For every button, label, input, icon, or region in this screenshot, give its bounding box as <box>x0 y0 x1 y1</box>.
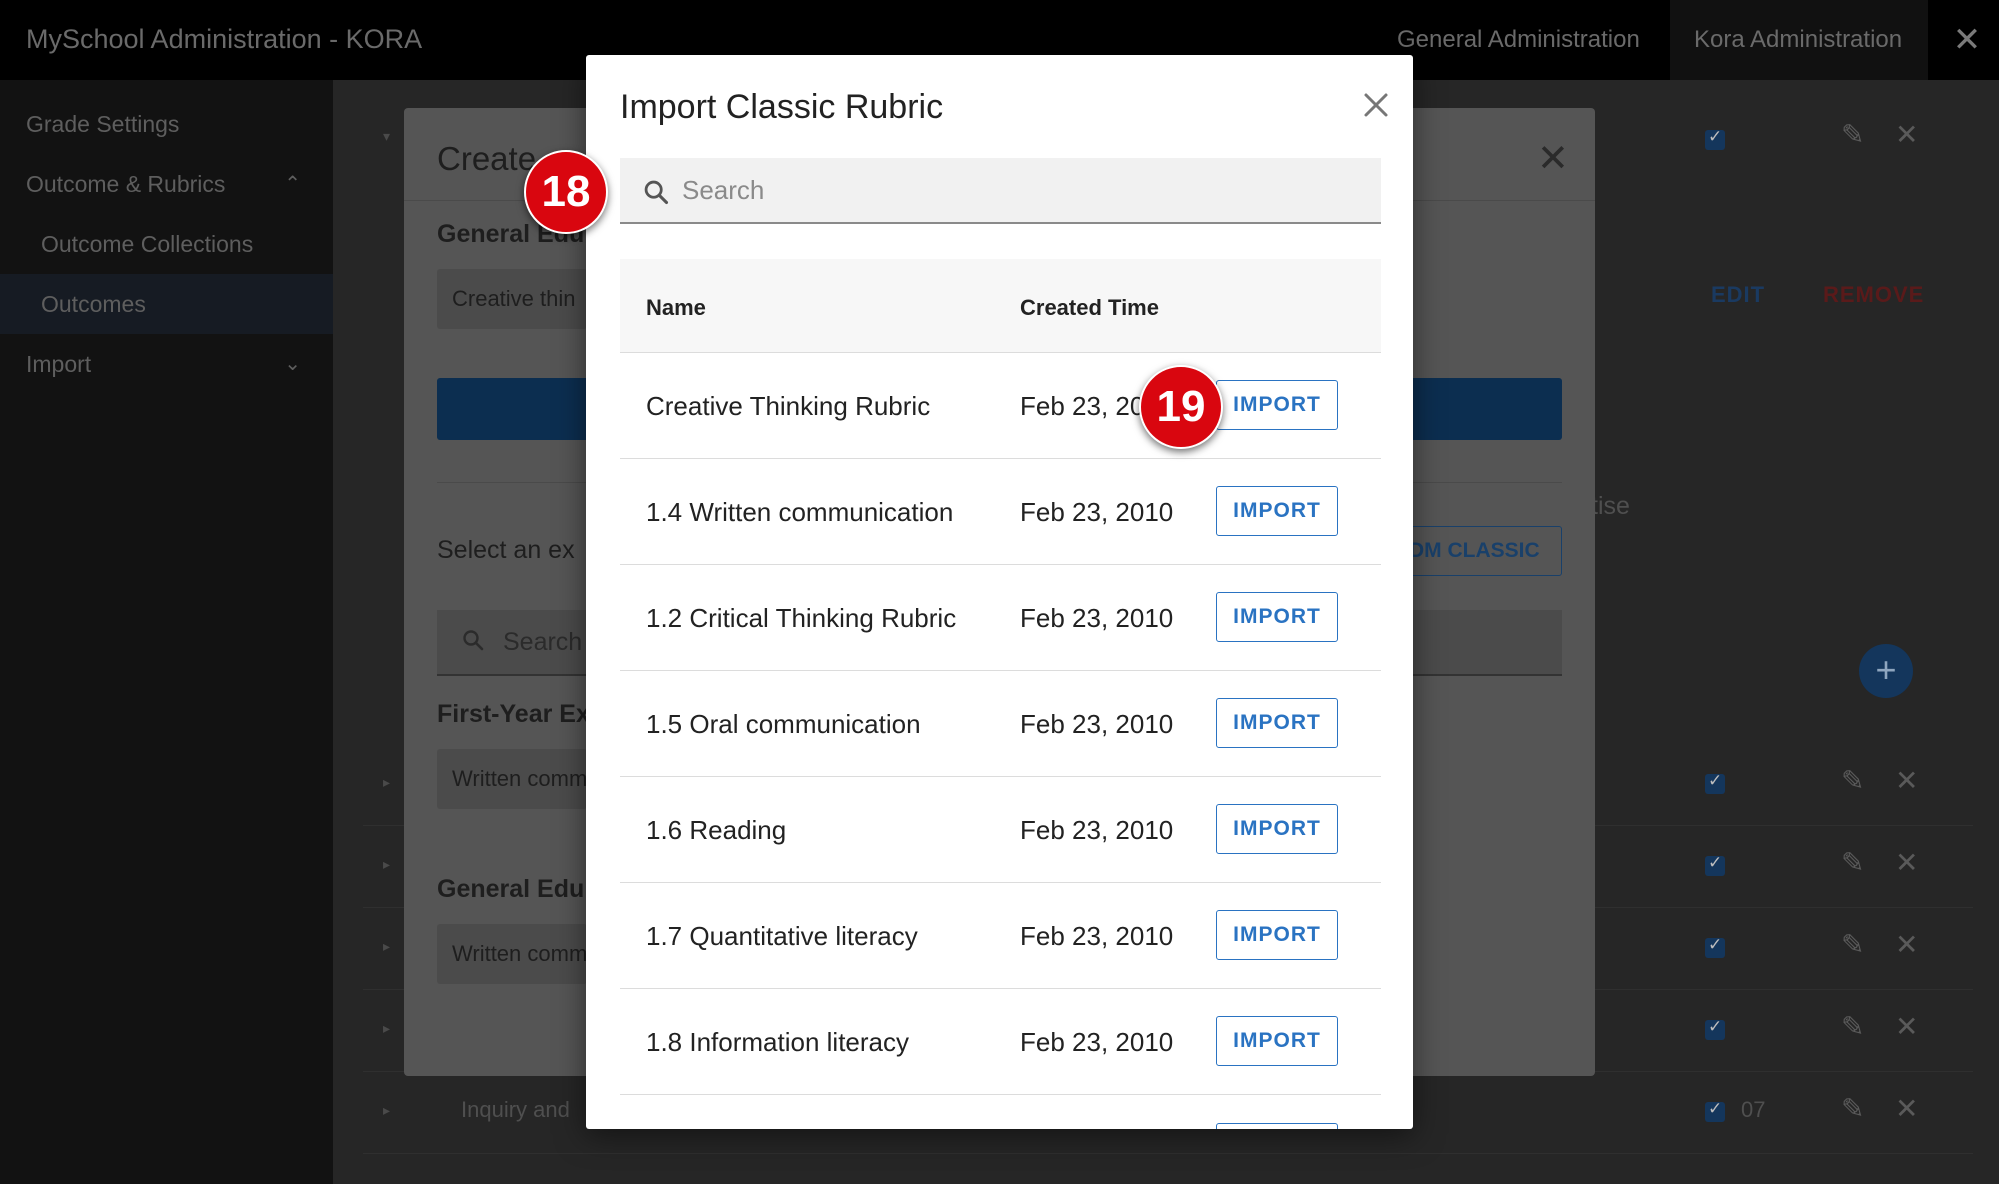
import-button[interactable]: IMPORT <box>1216 486 1338 536</box>
sidebar-item-outcome-rubrics[interactable]: Outcome & Rubrics ⌃ <box>0 154 333 214</box>
pencil-icon[interactable]: ✎ <box>1841 764 1864 797</box>
import-button[interactable]: IMPORT <box>1216 698 1338 748</box>
import-button[interactable]: IMPORT <box>1216 380 1338 430</box>
search-placeholder: Search <box>503 628 583 656</box>
remove-button[interactable]: REMOVE <box>1823 282 1924 308</box>
sidebar-item-grade-settings[interactable]: Grade Settings <box>0 94 333 154</box>
rubric-created-time: Feb 23, 20 <box>1020 391 1145 421</box>
table-row: 1.5 Oral communication Feb 23, 2010 IMPO… <box>620 671 1381 777</box>
sidebar-item-import[interactable]: Import ⌄ <box>0 334 333 394</box>
create-dialog-title: Create <box>437 140 537 177</box>
pencil-icon[interactable]: ✎ <box>1841 118 1864 151</box>
select-label: Select an ex <box>437 536 575 564</box>
checkbox-icon[interactable] <box>1705 771 1725 794</box>
rubric-name: 1.6 Reading <box>646 815 787 845</box>
column-header-created-time[interactable]: Created Time <box>1020 295 1159 321</box>
sidebar-item-label: Grade Settings <box>26 111 180 137</box>
search-icon <box>463 630 484 651</box>
edit-button[interactable]: EDIT <box>1711 282 1765 308</box>
row-text: Inquiry and <box>461 1097 570 1122</box>
row-text: 07 <box>1741 1097 1766 1122</box>
delete-icon[interactable]: ✕ <box>1895 846 1918 879</box>
import-button[interactable]: IMPORT <box>1216 910 1338 960</box>
expand-caret-icon[interactable]: ▸ <box>383 856 390 873</box>
sidebar-item-label: Outcome Collections <box>41 231 254 257</box>
table-row: 1.4 Written communication Feb 23, 2010 I… <box>620 459 1381 565</box>
delete-icon[interactable]: ✕ <box>1895 928 1918 961</box>
rubric-name: 1.8 Information literacy <box>646 1027 910 1057</box>
add-button[interactable]: + <box>1859 644 1913 698</box>
delete-icon[interactable]: ✕ <box>1895 764 1918 797</box>
rubric-created-time: Feb 23, 2010 <box>1020 815 1174 845</box>
close-icon[interactable]: ✕ <box>1537 136 1569 181</box>
import-button-partial[interactable] <box>1216 1123 1338 1129</box>
rubric-created-time: Feb 23, 2010 <box>1020 1027 1174 1057</box>
rubric-name: 1.7 Quantitative literacy <box>646 921 918 951</box>
top-link-kora-administration[interactable]: Kora Administration <box>1670 0 1928 80</box>
sidebar-item-label: Outcomes <box>41 291 146 317</box>
chevron-down-icon: ⌄ <box>284 353 301 375</box>
pencil-icon[interactable]: ✎ <box>1841 846 1864 879</box>
expand-caret-icon[interactable]: ▾ <box>383 128 390 145</box>
checkbox-icon[interactable] <box>1705 1099 1725 1122</box>
pencil-icon[interactable]: ✎ <box>1841 928 1864 961</box>
delete-icon[interactable]: ✕ <box>1895 118 1918 151</box>
import-button[interactable]: IMPORT <box>1216 1016 1338 1066</box>
import-button[interactable]: IMPORT <box>1216 592 1338 642</box>
dialog-title: Import Classic Rubric <box>620 88 944 126</box>
rubric-name: 1.2 Critical Thinking Rubric <box>646 603 957 633</box>
import-classic-rubric-dialog: Import Classic Rubric Name Created Time … <box>586 55 1413 1129</box>
rubric-created-time: Feb 23, 2010 <box>1020 921 1174 951</box>
checkbox-icon[interactable] <box>1705 1017 1725 1040</box>
outcome-chip[interactable]: Creative thin <box>437 269 587 329</box>
import-button[interactable]: IMPORT <box>1216 804 1338 854</box>
section-label: First-Year Ex <box>437 700 590 728</box>
search-icon <box>644 180 669 205</box>
pencil-icon[interactable]: ✎ <box>1841 1010 1864 1043</box>
rubric-name: Creative Thinking Rubric <box>646 391 931 421</box>
search-input[interactable] <box>682 158 1362 222</box>
import-from-classic-button[interactable]: DM CLASSIC <box>1402 526 1562 576</box>
expand-caret-icon[interactable]: ▸ <box>383 938 390 955</box>
sidebar-item-label: Outcome & Rubrics <box>26 171 226 197</box>
pencil-icon[interactable]: ✎ <box>1841 1092 1864 1125</box>
rubric-created-time: Feb 23, 2010 <box>1020 603 1174 633</box>
top-link-general-administration[interactable]: General Administration <box>1373 0 1664 80</box>
rubric-created-time: Feb 23, 2010 <box>1020 497 1174 527</box>
partial-text: tise <box>1591 492 1630 520</box>
table-row: 1.7 Quantitative literacy Feb 23, 2010 I… <box>620 883 1381 989</box>
table-row: Creative Thinking Rubric Feb 23, 20 IMPO… <box>620 353 1381 459</box>
rubric-name: 1.4 Written communication <box>646 497 954 527</box>
sidebar-item-outcomes[interactable]: Outcomes <box>0 274 333 334</box>
rubric-name: 1.5 Oral communication <box>646 709 921 739</box>
expand-caret-icon[interactable]: ▸ <box>383 1020 390 1037</box>
sidebar: Grade Settings Outcome & Rubrics ⌃ Outco… <box>0 80 333 1184</box>
sidebar-item-outcome-collections[interactable]: Outcome Collections <box>0 214 333 274</box>
checkbox-icon[interactable] <box>1705 853 1725 876</box>
close-icon[interactable] <box>1354 83 1398 127</box>
delete-icon[interactable]: ✕ <box>1895 1010 1918 1043</box>
checkbox-icon[interactable] <box>1705 127 1725 150</box>
app-title: MySchool Administration - KORA <box>26 24 423 54</box>
delete-icon[interactable]: ✕ <box>1895 1092 1918 1125</box>
close-icon[interactable]: ✕ <box>1935 0 1999 80</box>
outcome-chip[interactable]: Written comm <box>437 749 587 809</box>
expand-caret-icon[interactable]: ▸ <box>383 774 390 791</box>
table-row: 1.2 Critical Thinking Rubric Feb 23, 201… <box>620 565 1381 671</box>
step-marker-19: 19 <box>1139 365 1223 449</box>
table-row: 1.6 Reading Feb 23, 2010 IMPORT <box>620 777 1381 883</box>
chevron-up-icon: ⌃ <box>284 173 301 195</box>
expand-caret-icon[interactable]: ▸ <box>383 1102 390 1119</box>
outcome-chip[interactable]: Written comm <box>437 924 587 984</box>
column-header-name[interactable]: Name <box>646 295 706 321</box>
table-row: 1.8 Information literacy Feb 23, 2010 IM… <box>620 989 1381 1095</box>
section-label: General Edu <box>437 875 585 903</box>
search-field <box>620 158 1381 224</box>
checkbox-icon[interactable] <box>1705 935 1725 958</box>
step-marker-18: 18 <box>524 150 608 234</box>
rubric-created-time: Feb 23, 2010 <box>1020 709 1174 739</box>
table-header: Name Created Time <box>620 259 1381 353</box>
sidebar-item-label: Import <box>26 351 92 377</box>
